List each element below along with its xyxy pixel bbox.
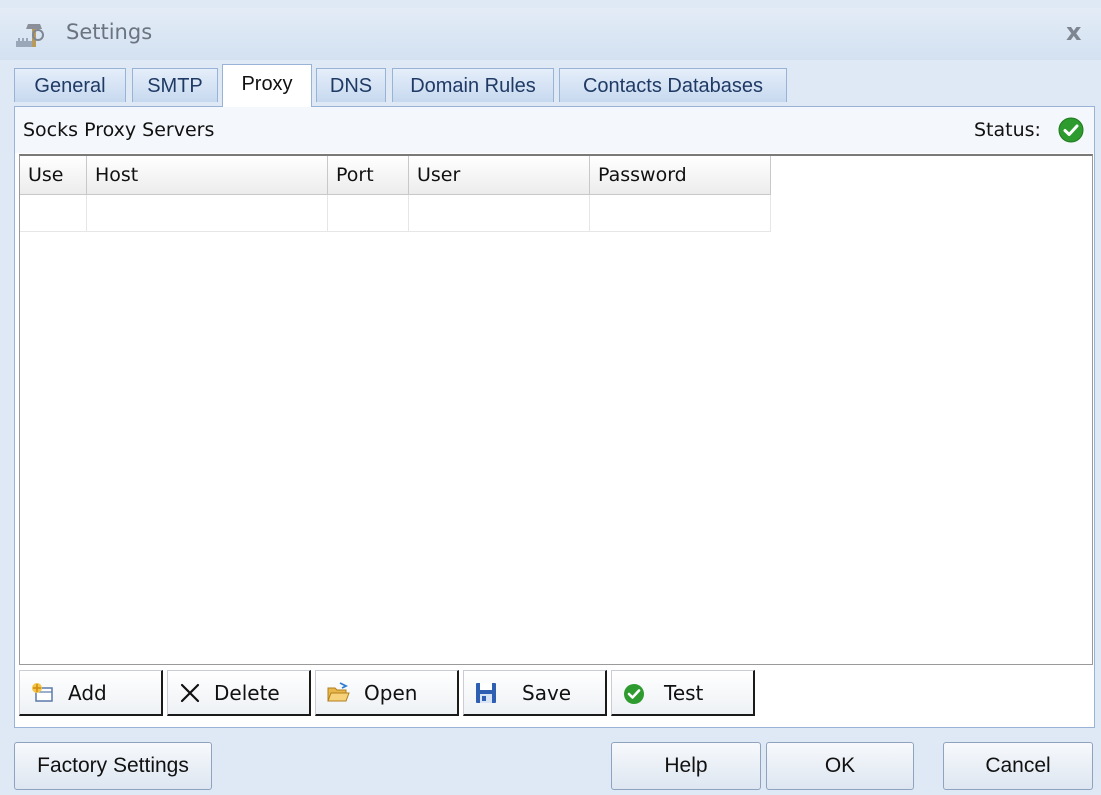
tab-domain-rules[interactable]: Domain Rules xyxy=(392,68,554,102)
tab-general[interactable]: General xyxy=(14,68,126,102)
column-header-password[interactable]: Password xyxy=(589,156,771,195)
factory-settings-button[interactable]: Factory Settings xyxy=(14,742,212,790)
check-circle-icon xyxy=(624,684,644,704)
proxy-table: Use Host Port User Password xyxy=(20,156,771,232)
save-button[interactable]: Save xyxy=(463,670,607,716)
tab-smtp[interactable]: SMTP xyxy=(132,68,218,102)
panel-header: Socks Proxy Servers Status: xyxy=(15,107,1094,153)
window-title: Settings xyxy=(66,20,153,44)
help-button[interactable]: Help xyxy=(611,742,761,790)
delete-x-icon xyxy=(180,683,200,703)
column-header-host[interactable]: Host xyxy=(86,156,328,195)
table-header-row: Use Host Port User Password xyxy=(20,156,771,195)
tools-icon xyxy=(16,24,44,47)
delete-button-label: Delete xyxy=(214,681,280,705)
panel-title: Socks Proxy Servers xyxy=(23,119,215,141)
grid-toolbar: Add Delete Open Save Test xyxy=(19,670,759,718)
settings-window: Settings x General SMTP Proxy DNS Domain… xyxy=(0,0,1101,795)
add-button-label: Add xyxy=(68,681,107,705)
open-button[interactable]: Open xyxy=(315,670,459,716)
cell-user[interactable] xyxy=(408,194,590,232)
tab-contacts-databases[interactable]: Contacts Databases xyxy=(559,68,787,102)
cell-port[interactable] xyxy=(327,194,409,232)
delete-button[interactable]: Delete xyxy=(167,670,311,716)
column-header-use[interactable]: Use xyxy=(20,156,87,195)
add-row-icon xyxy=(32,683,53,702)
proxy-panel: Socks Proxy Servers Status: Use Host Por… xyxy=(14,106,1095,728)
title-bar: Settings x xyxy=(0,8,1101,60)
tab-dns[interactable]: DNS xyxy=(316,68,386,102)
proxy-servers-grid[interactable]: Use Host Port User Password xyxy=(19,154,1093,665)
tab-strip: General SMTP Proxy DNS Domain Rules Cont… xyxy=(14,64,1094,107)
check-circle-icon xyxy=(1058,117,1084,143)
cell-use[interactable] xyxy=(20,194,87,232)
cancel-button[interactable]: Cancel xyxy=(943,742,1093,790)
save-button-label: Save xyxy=(522,681,572,705)
column-header-user[interactable]: User xyxy=(408,156,590,195)
ok-button[interactable]: OK xyxy=(766,742,914,790)
cell-host[interactable] xyxy=(86,194,328,232)
status-label: Status: xyxy=(974,119,1041,141)
floppy-disk-icon xyxy=(476,683,496,703)
table-row[interactable] xyxy=(20,194,771,232)
test-button[interactable]: Test xyxy=(611,670,755,716)
close-icon[interactable]: x xyxy=(1066,18,1081,46)
column-header-port[interactable]: Port xyxy=(327,156,409,195)
open-button-label: Open xyxy=(364,681,418,705)
cell-password[interactable] xyxy=(589,194,771,232)
open-folder-icon xyxy=(327,682,350,702)
test-button-label: Test xyxy=(664,681,704,705)
add-button[interactable]: Add xyxy=(19,670,163,716)
tab-proxy[interactable]: Proxy xyxy=(222,64,312,107)
